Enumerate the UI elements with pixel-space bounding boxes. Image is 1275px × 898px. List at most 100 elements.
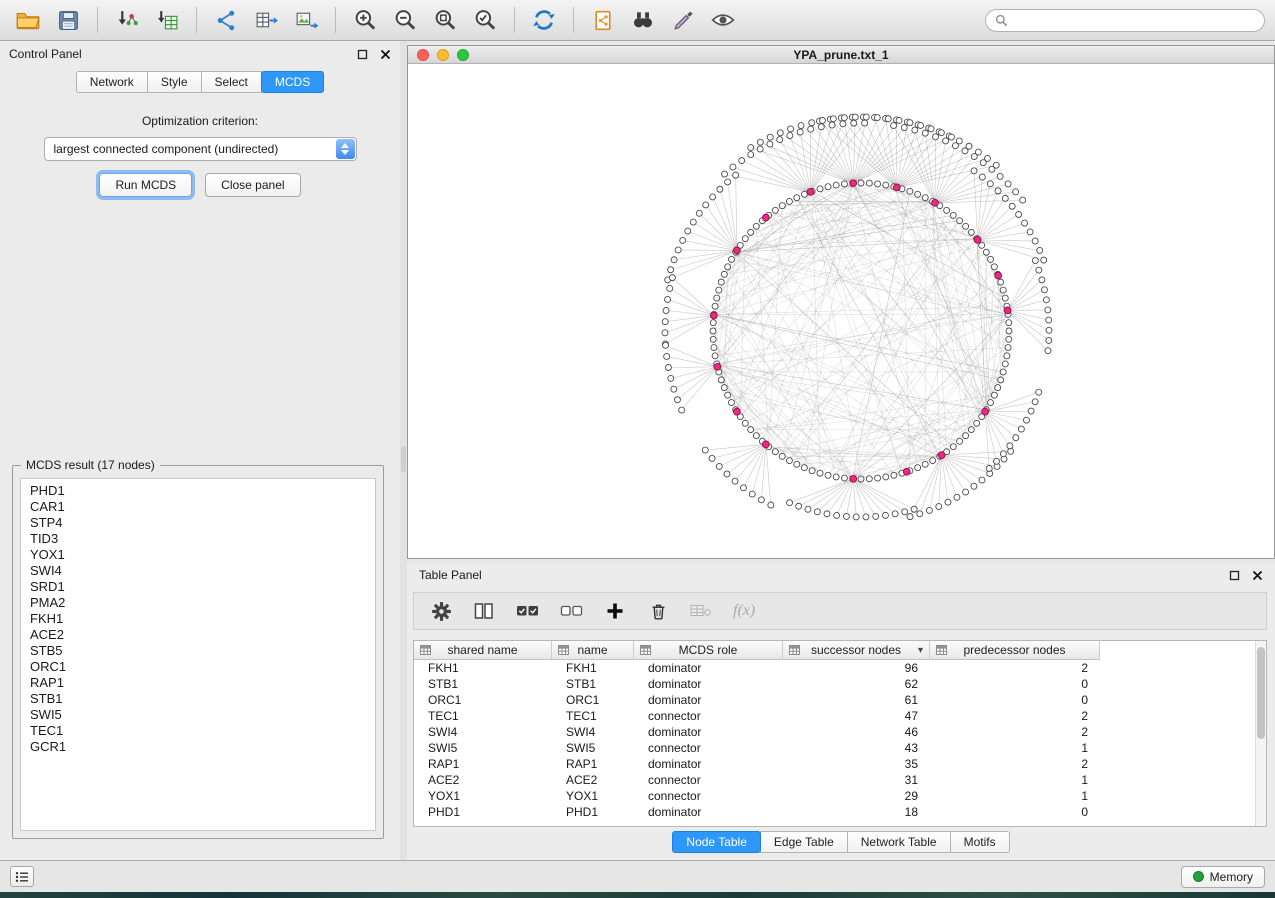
table-cell[interactable]: connector (634, 788, 783, 804)
delete-table-button[interactable] (690, 599, 712, 623)
zoom-out-button[interactable] (387, 4, 423, 36)
table-row[interactable]: STB1STB1dominator620 (414, 676, 1266, 692)
table-cell[interactable]: 35 (783, 756, 930, 772)
table-cell[interactable]: RAP1 (414, 756, 552, 772)
refresh-button[interactable] (526, 4, 562, 36)
memory-button[interactable]: Memory (1181, 866, 1265, 888)
table-cell[interactable]: 62 (783, 676, 930, 692)
table-cell[interactable]: PHD1 (552, 804, 634, 820)
mcds-result-item[interactable]: SWI4 (30, 563, 375, 579)
import-table-button[interactable] (149, 4, 185, 36)
table-cell[interactable]: dominator (634, 676, 783, 692)
network-titlebar[interactable]: YPA_prune.txt_1 (408, 46, 1274, 64)
table-cell[interactable]: ORC1 (552, 692, 634, 708)
open-file-button[interactable] (10, 4, 46, 36)
table-cell[interactable]: dominator (634, 692, 783, 708)
table-cell[interactable]: dominator (634, 660, 783, 676)
mcds-result-item[interactable]: CAR1 (30, 499, 375, 515)
table-cell[interactable]: 2 (930, 660, 1100, 676)
create-column-button[interactable] (604, 599, 626, 623)
table-cell[interactable]: YOX1 (552, 788, 634, 804)
vertical-splitter[interactable] (400, 41, 407, 860)
table-row[interactable]: YOX1YOX1connector291 (414, 788, 1266, 804)
find-button[interactable] (625, 4, 661, 36)
table-cell[interactable]: FKH1 (552, 660, 634, 676)
table-row[interactable]: ACE2ACE2connector311 (414, 772, 1266, 788)
table-row[interactable]: PHD1PHD1dominator180 (414, 804, 1266, 820)
table-cell[interactable]: 1 (930, 788, 1100, 804)
mcds-result-item[interactable]: FKH1 (30, 611, 375, 627)
search-input[interactable] (1013, 13, 1255, 27)
zoom-in-button[interactable] (347, 4, 383, 36)
table-cell[interactable]: STB1 (414, 676, 552, 692)
table-cell[interactable]: TEC1 (414, 708, 552, 724)
export-table-button[interactable] (248, 4, 284, 36)
tab-edge-table[interactable]: Edge Table (760, 831, 848, 853)
table-cell[interactable]: 43 (783, 740, 930, 756)
table-cell[interactable]: SWI4 (552, 724, 634, 740)
function-builder-button[interactable]: f(x) (733, 599, 755, 623)
table-cell[interactable]: TEC1 (552, 708, 634, 724)
mcds-result-item[interactable]: STB5 (30, 643, 375, 659)
show-panels-button[interactable] (10, 866, 34, 887)
tab-network-table[interactable]: Network Table (847, 831, 951, 853)
mcds-result-item[interactable]: SRD1 (30, 579, 375, 595)
table-cell[interactable]: connector (634, 740, 783, 756)
tab-motifs[interactable]: Motifs (950, 831, 1010, 853)
table-settings-button[interactable] (430, 599, 452, 623)
table-cell[interactable]: SWI4 (414, 724, 552, 740)
table-cell[interactable]: ACE2 (552, 772, 634, 788)
mcds-result-item[interactable]: SWI5 (30, 707, 375, 723)
search-field[interactable] (985, 9, 1265, 32)
column-header-predecessor-nodes[interactable]: predecessor nodes (930, 641, 1100, 659)
table-cell[interactable]: 47 (783, 708, 930, 724)
table-cell[interactable]: RAP1 (552, 756, 634, 772)
table-row[interactable]: TEC1TEC1connector472 (414, 708, 1266, 724)
close-panel-button[interactable] (379, 48, 391, 60)
scrollbar-thumb[interactable] (1257, 647, 1265, 739)
table-cell[interactable]: FKH1 (414, 660, 552, 676)
mcds-result-item[interactable]: GCR1 (30, 739, 375, 755)
table-row[interactable]: RAP1RAP1dominator352 (414, 756, 1266, 772)
table-cell[interactable]: 29 (783, 788, 930, 804)
float-table-panel-button[interactable] (1228, 569, 1240, 581)
optimization-criterion-select[interactable]: largest connected component (undirected) (44, 137, 357, 161)
close-panel-action-button[interactable]: Close panel (205, 173, 300, 197)
minimize-window-icon[interactable] (437, 49, 449, 61)
mcds-result-item[interactable]: STP4 (30, 515, 375, 531)
tab-network[interactable]: Network (76, 71, 148, 93)
table-row[interactable]: SWI5SWI5connector431 (414, 740, 1266, 756)
mcds-result-item[interactable]: ORC1 (30, 659, 375, 675)
table-row[interactable]: FKH1FKH1dominator962 (414, 660, 1266, 676)
table-cell[interactable]: ACE2 (414, 772, 552, 788)
import-network-button[interactable] (109, 4, 145, 36)
table-row[interactable]: ORC1ORC1dominator610 (414, 692, 1266, 708)
zoom-selected-button[interactable] (467, 4, 503, 36)
close-table-panel-button[interactable] (1251, 569, 1263, 581)
delete-column-button[interactable] (647, 599, 669, 623)
float-panel-button[interactable] (356, 48, 368, 60)
table-row[interactable]: SWI4SWI4dominator462 (414, 724, 1266, 740)
mcds-result-item[interactable]: ACE2 (30, 627, 375, 643)
mcds-result-item[interactable]: PHD1 (30, 483, 375, 499)
zoom-fit-button[interactable] (427, 4, 463, 36)
table-cell[interactable]: 0 (930, 676, 1100, 692)
column-header-name[interactable]: name (552, 641, 634, 659)
show-columns-button[interactable] (473, 599, 495, 623)
mcds-result-item[interactable]: TEC1 (30, 723, 375, 739)
splitter-handle[interactable] (401, 446, 406, 472)
column-header-successor-nodes[interactable]: successor nodes▾ (783, 641, 930, 659)
column-header-MCDS-role[interactable]: MCDS role (634, 641, 783, 659)
show-graphics-button[interactable] (705, 4, 741, 36)
export-network-button[interactable] (208, 4, 244, 36)
table-cell[interactable]: SWI5 (552, 740, 634, 756)
table-cell[interactable]: 2 (930, 756, 1100, 772)
table-cell[interactable]: dominator (634, 724, 783, 740)
table-cell[interactable]: dominator (634, 804, 783, 820)
column-header-shared-name[interactable]: shared name (414, 641, 552, 659)
tab-select[interactable]: Select (201, 71, 262, 93)
deselect-all-button[interactable] (560, 599, 583, 623)
mcds-result-item[interactable]: TID3 (30, 531, 375, 547)
table-cell[interactable]: 46 (783, 724, 930, 740)
tab-style[interactable]: Style (147, 71, 202, 93)
